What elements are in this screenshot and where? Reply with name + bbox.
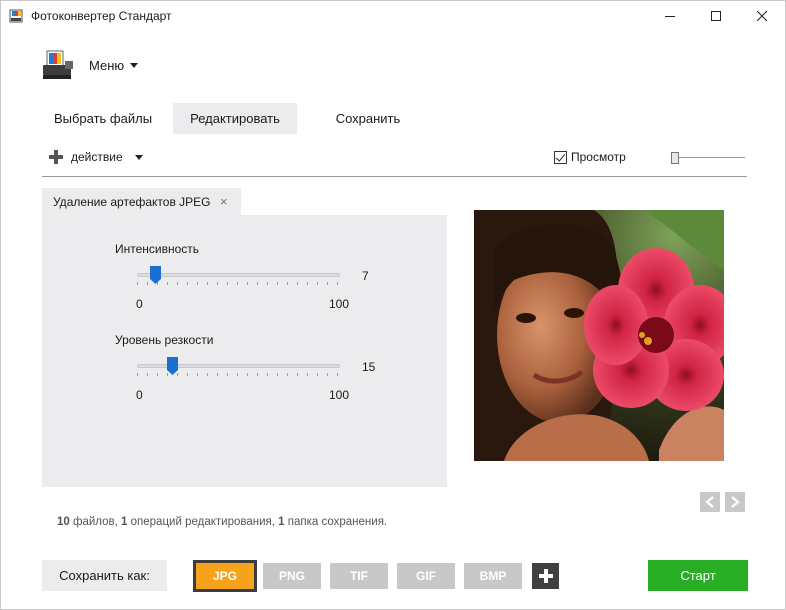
- intensity-slider[interactable]: [137, 266, 340, 286]
- menu-label: Меню: [89, 58, 125, 73]
- slider-thumb[interactable]: [150, 266, 161, 284]
- operation-tab-label: Удаление артефактов JPEG: [53, 194, 211, 209]
- app-window: Фотоконвертер Стандарт Меню Выбрать файл…: [0, 0, 786, 610]
- zoom-track: [675, 157, 745, 158]
- tab-label: Выбрать файлы: [53, 111, 153, 126]
- chevron-down-icon: [130, 63, 139, 68]
- zoom-slider[interactable]: [669, 151, 745, 165]
- intensity-min: 0: [136, 297, 143, 311]
- files-count: 10: [57, 516, 70, 528]
- app-icon: [9, 9, 23, 23]
- preview-label: Просмотр: [571, 150, 626, 164]
- slider-ticks: [137, 282, 340, 285]
- format-tif-button[interactable]: TIF: [330, 563, 388, 589]
- next-button[interactable]: [725, 492, 745, 512]
- app-logo: [43, 50, 73, 79]
- chevron-down-icon: [134, 154, 143, 160]
- close-button[interactable]: [739, 1, 785, 31]
- save-as-label: Сохранить как:: [42, 560, 167, 591]
- tab-edit[interactable]: Редактировать: [173, 103, 297, 134]
- save-as-text: Сохранить как:: [59, 568, 150, 583]
- format-png-button[interactable]: PNG: [263, 563, 321, 589]
- sharpness-max: 100: [329, 388, 350, 402]
- sharpness-label: Уровень резкости: [115, 333, 214, 347]
- files-label: файлов,: [73, 516, 118, 528]
- sharpness-slider[interactable]: [137, 357, 340, 377]
- start-label: Старт: [680, 568, 716, 583]
- intensity-value: 7: [362, 269, 369, 283]
- zoom-thumb[interactable]: [671, 152, 679, 164]
- folders-label: папка сохранения.: [287, 516, 388, 528]
- maximize-button[interactable]: [693, 1, 739, 31]
- tab-label: Редактировать: [190, 111, 280, 126]
- ops-count: 1: [121, 516, 128, 528]
- toolbar-divider: [42, 176, 747, 177]
- sharpness-value: 15: [362, 360, 376, 374]
- add-action-label: действие: [71, 150, 123, 164]
- chevron-left-icon: [705, 496, 714, 508]
- plus-icon: [49, 150, 63, 164]
- close-operation-icon[interactable]: ×: [220, 195, 228, 208]
- intensity-max: 100: [329, 297, 350, 311]
- sharpness-min: 0: [136, 388, 143, 402]
- preview-image: [474, 210, 724, 461]
- tab-save[interactable]: Сохранить: [306, 103, 430, 134]
- operation-panel: [42, 215, 447, 487]
- summary-text: 10 файлов, 1 операций редактирования, 1 …: [57, 516, 387, 528]
- format-gif-button[interactable]: GIF: [397, 563, 455, 589]
- intensity-label: Интенсивность: [115, 242, 200, 256]
- add-action-button[interactable]: действие: [49, 150, 143, 164]
- maximize-icon: [711, 11, 721, 21]
- plus-icon: [538, 569, 553, 583]
- operation-tab[interactable]: Удаление артефактов JPEG: [42, 188, 241, 215]
- minimize-icon: [665, 16, 675, 17]
- window-title: Фотоконвертер Стандарт: [31, 9, 172, 23]
- close-icon: [757, 11, 767, 21]
- folders-count: 1: [278, 516, 285, 528]
- start-button[interactable]: Старт: [648, 560, 748, 591]
- minimize-button[interactable]: [647, 1, 693, 31]
- add-format-button[interactable]: [532, 563, 559, 589]
- checkbox-checked-icon[interactable]: [554, 150, 567, 164]
- previous-button[interactable]: [700, 492, 720, 512]
- slider-track: [137, 273, 340, 277]
- title-bar: Фотоконвертер Стандарт: [1, 1, 785, 31]
- tab-label: Сохранить: [335, 111, 401, 126]
- preview-checkbox[interactable]: Просмотр: [554, 150, 626, 164]
- tab-select-files[interactable]: Выбрать файлы: [43, 103, 163, 134]
- format-bmp-button[interactable]: BMP: [464, 563, 522, 589]
- slider-thumb[interactable]: [167, 357, 178, 375]
- chevron-right-icon: [731, 496, 740, 508]
- ops-label: операций редактирования,: [130, 516, 275, 528]
- format-jpg-button[interactable]: JPG: [196, 563, 254, 589]
- menu-button[interactable]: Меню: [89, 58, 139, 73]
